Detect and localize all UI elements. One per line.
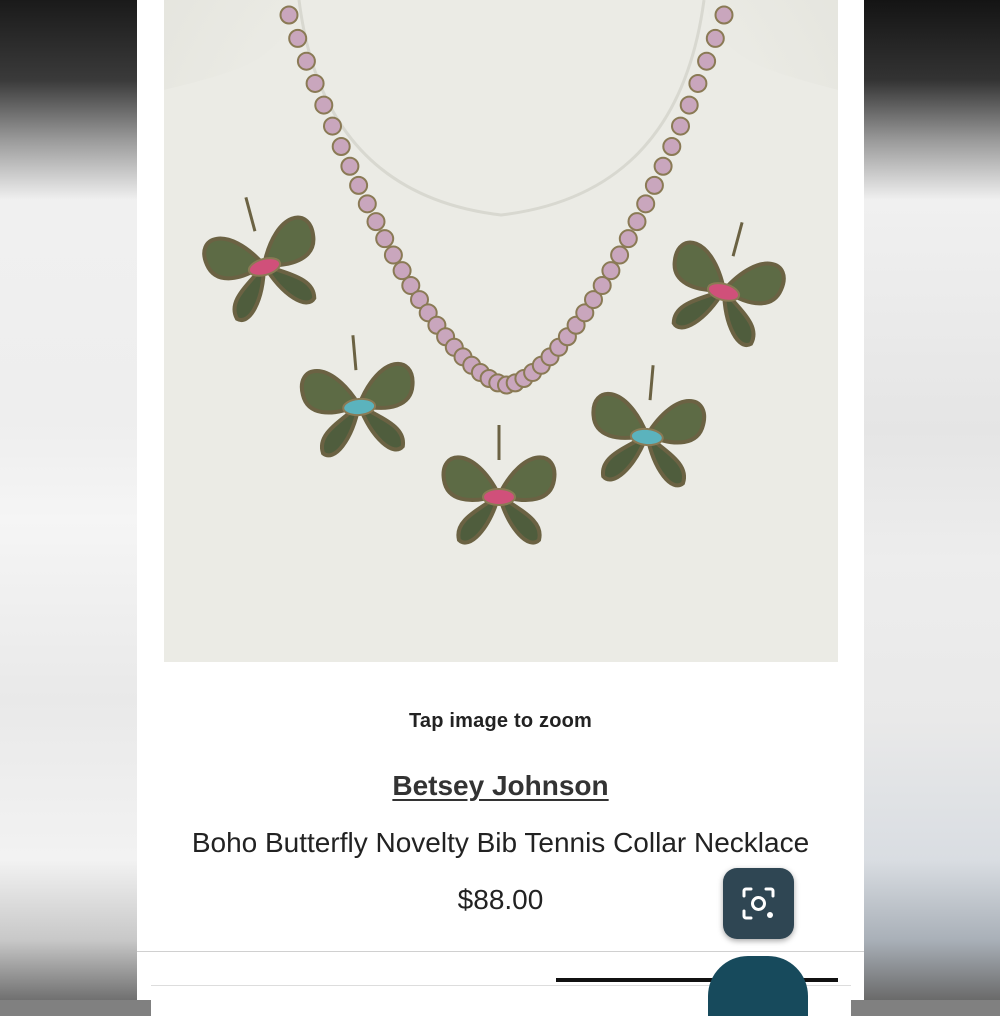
necklace-illustration	[164, 0, 838, 662]
bottom-action-button[interactable]	[708, 956, 808, 1016]
background-blur-right	[864, 0, 1000, 1000]
product-page: Tap image to zoom Betsey Johnson Boho Bu…	[137, 0, 864, 1016]
product-image[interactable]	[164, 0, 838, 662]
product-title: Boho Butterfly Novelty Bib Tennis Collar…	[191, 827, 810, 858]
zoom-hint: Tap image to zoom	[408, 710, 593, 732]
visual-search-icon	[742, 887, 775, 920]
divider	[137, 951, 864, 952]
background-blur-left	[0, 0, 137, 1000]
visual-search-button[interactable]	[723, 868, 794, 939]
brand-link[interactable]: Betsey Johnson	[137, 770, 864, 802]
